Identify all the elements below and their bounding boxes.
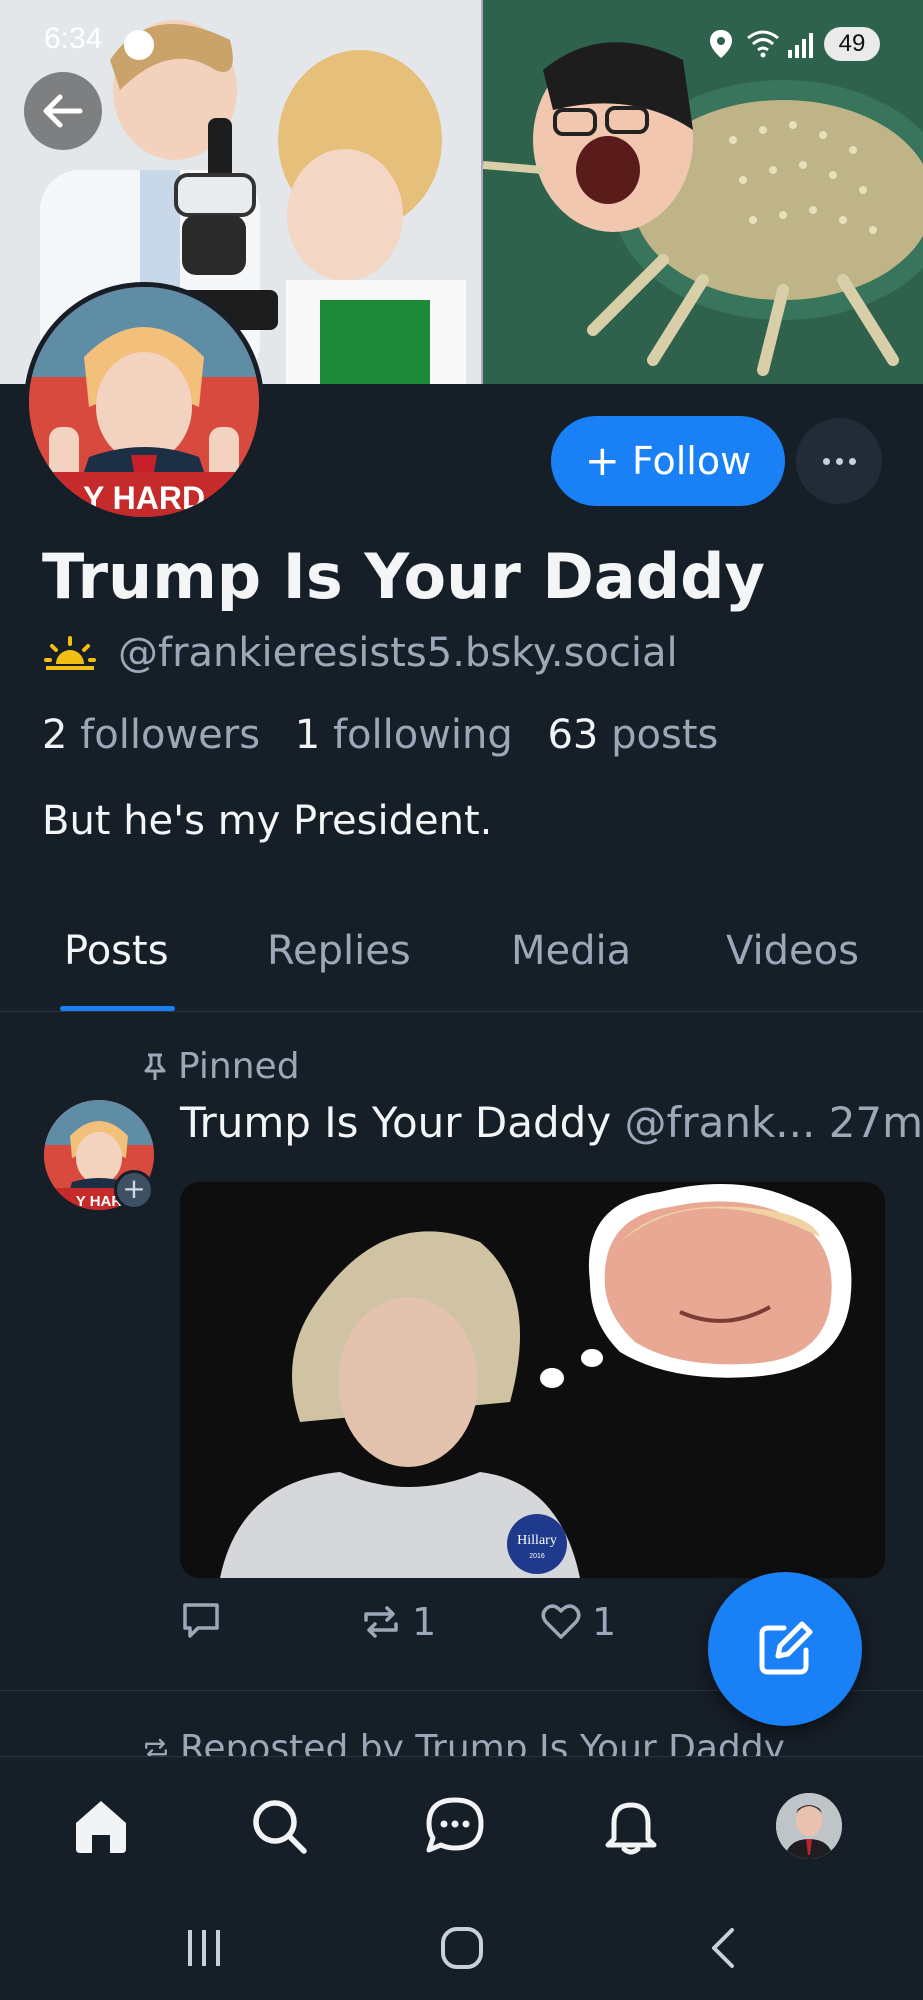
- profile-display-name: Trump Is Your Daddy: [42, 540, 765, 613]
- posts-label: posts: [611, 712, 719, 758]
- repost-count: 1: [412, 1600, 437, 1644]
- active-tab-indicator: [60, 1006, 175, 1011]
- more-options-button[interactable]: [796, 418, 882, 504]
- back-button[interactable]: [24, 72, 102, 150]
- button-badge-year: 2016: [529, 1553, 545, 1560]
- nav-chat[interactable]: [420, 1791, 490, 1861]
- status-bar: 6:34 49: [0, 0, 923, 90]
- followers-count: 2: [42, 712, 68, 758]
- ellipsis-icon: [822, 457, 856, 465]
- search-icon: [253, 1800, 307, 1854]
- home-icon: [76, 1801, 126, 1853]
- home-system-icon[interactable]: [440, 1926, 484, 1970]
- profile-tabs: Posts Replies Media Videos: [0, 900, 923, 1012]
- nav-notifications[interactable]: [596, 1791, 666, 1861]
- status-time: 6:34: [44, 22, 103, 55]
- tab-replies[interactable]: Replies: [267, 928, 411, 974]
- tab-media[interactable]: Media: [511, 928, 631, 974]
- profile-stats: 2 followers 1 following 63 posts: [42, 712, 740, 758]
- followers-label: followers: [80, 712, 261, 758]
- plus-icon: +: [584, 436, 620, 485]
- tab-posts[interactable]: Posts: [64, 928, 169, 974]
- signal-icon: [788, 33, 813, 58]
- nav-profile-avatar[interactable]: [776, 1793, 842, 1859]
- profile-handle: @frankieresists5.bsky.social: [118, 630, 678, 676]
- like-count: 1: [592, 1600, 617, 1644]
- following-link[interactable]: 1 following: [295, 712, 548, 758]
- notification-icon: [124, 30, 154, 60]
- pin-icon: [144, 1053, 166, 1080]
- compose-icon: [759, 1621, 813, 1675]
- speech-bubble-icon: [183, 1603, 219, 1638]
- post-author-handle[interactable]: @frank...: [625, 1098, 816, 1147]
- bottom-navigation: [0, 1756, 923, 1896]
- tab-videos[interactable]: Videos: [726, 928, 859, 974]
- profile-handle-row: @frankieresists5.bsky.social: [44, 630, 678, 676]
- nav-search[interactable]: [244, 1791, 314, 1861]
- nav-home[interactable]: [66, 1791, 136, 1861]
- like-button[interactable]: 1: [540, 1600, 616, 1644]
- follow-plus-icon[interactable]: +: [114, 1170, 154, 1210]
- wifi-icon: [747, 30, 779, 58]
- following-count: 1: [294, 712, 321, 758]
- post-time: 27m: [828, 1098, 923, 1147]
- recent-apps-icon[interactable]: [182, 1926, 226, 1970]
- profile-bio: But he's my President.: [42, 798, 493, 844]
- sunrise-icon: [44, 636, 96, 670]
- post-image[interactable]: Hillary 2016: [180, 1182, 885, 1578]
- following-label: following: [332, 712, 513, 758]
- followers-link[interactable]: 2 followers: [42, 712, 295, 758]
- pinned-indicator: Pinned: [142, 1046, 300, 1087]
- repost-button[interactable]: 1: [360, 1600, 436, 1644]
- avatar-text: Y HARD: [83, 480, 205, 516]
- location-icon: [710, 30, 732, 58]
- button-badge-text: Hillary: [517, 1533, 557, 1548]
- compose-button[interactable]: [708, 1572, 862, 1726]
- repost-icon: [364, 1606, 398, 1638]
- heart-icon: [541, 1604, 581, 1639]
- reply-button[interactable]: [180, 1600, 232, 1640]
- follow-button[interactable]: + Follow: [551, 416, 785, 506]
- post-header: Trump Is Your Daddy @frank... 27m: [180, 1098, 923, 1147]
- arrow-left-icon: [43, 94, 83, 128]
- battery-indicator: 49: [824, 27, 880, 61]
- pinned-label: Pinned: [178, 1046, 300, 1087]
- chat-icon: [426, 1797, 484, 1853]
- system-navigation-bar: [0, 1896, 923, 2000]
- post-actions: 1 1: [180, 1600, 700, 1660]
- follow-label: Follow: [632, 439, 752, 483]
- posts-stat: 63 posts: [547, 712, 740, 758]
- profile-avatar[interactable]: Y HARD: [24, 282, 264, 522]
- back-system-icon[interactable]: [702, 1926, 746, 1970]
- bell-icon: [605, 1802, 657, 1855]
- posts-count: 63: [547, 712, 599, 758]
- post-author-name[interactable]: Trump Is Your Daddy: [180, 1098, 611, 1147]
